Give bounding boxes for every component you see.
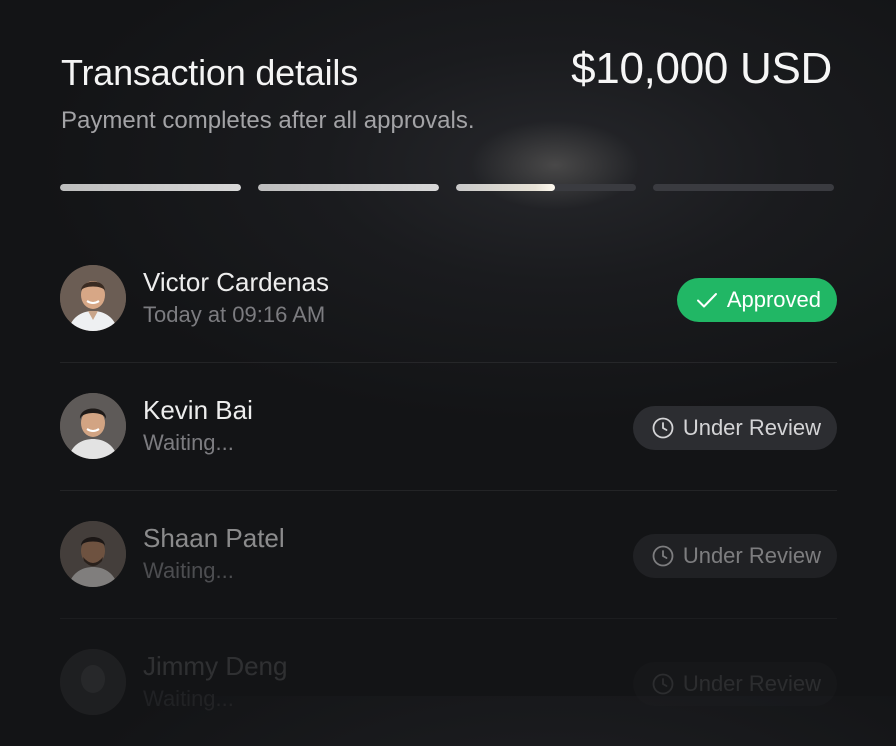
avatar	[60, 393, 126, 459]
under-review-badge[interactable]: Under Review	[632, 406, 837, 450]
progress-fill	[257, 184, 439, 191]
approver-row: Jimmy Deng Waiting... Under Review	[60, 619, 837, 746]
clock-icon	[651, 416, 675, 440]
badge-label: Under Review	[682, 543, 821, 568]
progress-segment-4	[653, 184, 834, 191]
under-review-badge[interactable]: Under Review	[632, 534, 837, 578]
avatar	[60, 265, 126, 331]
badge-label: Under Review	[682, 671, 821, 696]
badge-label: Approved	[726, 287, 821, 312]
approver-name: Shaan Patel	[143, 523, 285, 553]
approver-name: Jimmy Deng	[143, 651, 288, 681]
approval-status: Waiting...	[143, 686, 234, 711]
transaction-amount: $10,000 USD	[571, 44, 832, 93]
approval-progress-bar	[60, 184, 834, 191]
clock-icon	[651, 672, 675, 696]
badge-label: Under Review	[682, 415, 821, 440]
progress-segment-1	[60, 184, 241, 191]
page-title: Transaction details	[61, 52, 359, 93]
avatar	[60, 521, 126, 587]
approver-row: Kevin Bai Waiting... Under Review	[60, 363, 837, 491]
check-icon	[695, 288, 719, 312]
avatar	[60, 649, 126, 715]
progress-segment-3	[455, 184, 637, 191]
progress-glow	[470, 120, 640, 210]
clock-icon	[651, 544, 675, 568]
approval-time: Today at 09:16 AM	[143, 302, 326, 327]
approver-list: Victor Cardenas Today at 09:16 AM Approv…	[60, 235, 837, 746]
page-subtitle: Payment completes after all approvals.	[61, 107, 475, 134]
approved-badge[interactable]: Approved	[676, 278, 837, 322]
under-review-badge[interactable]: Under Review	[632, 662, 837, 706]
progress-fill	[60, 184, 241, 191]
progress-segment-2	[257, 184, 439, 191]
approver-name: Victor Cardenas	[143, 267, 329, 297]
approver-row: Shaan Patel Waiting... Under Review	[60, 491, 837, 619]
approver-row: Victor Cardenas Today at 09:16 AM Approv…	[60, 235, 837, 363]
approval-status: Waiting...	[143, 558, 234, 583]
progress-fill	[455, 184, 555, 191]
approver-name: Kevin Bai	[143, 395, 253, 425]
approval-status: Waiting...	[143, 430, 234, 455]
